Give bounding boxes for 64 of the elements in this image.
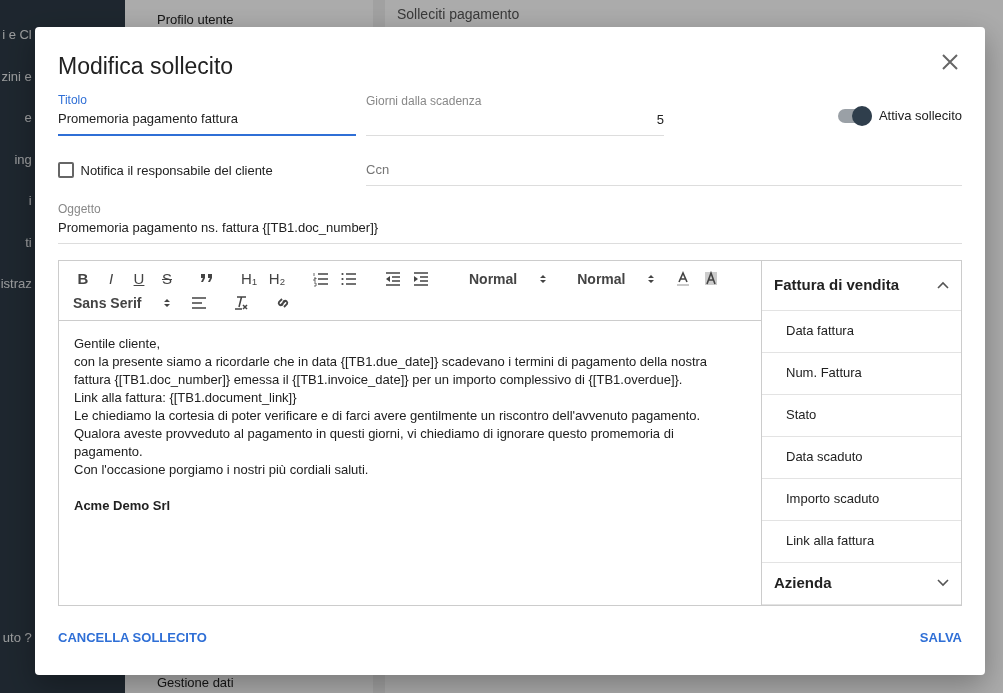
subject-field[interactable]: Promemoria pagamento ns. fattura {[TB1.doc_number]} [58, 216, 962, 244]
variable-item[interactable]: Data scaduto [762, 436, 961, 479]
variable-group-header[interactable]: Fattura di vendita [762, 260, 961, 311]
bullet-list-icon [340, 270, 358, 288]
toggle-label: Attiva sollecito [878, 107, 962, 125]
text-field[interactable]: Promemoria pagamento fattura [58, 107, 356, 136]
sidebar-item[interactable]: istraz [0, 274, 35, 294]
ccn-field[interactable]: Ccn [366, 157, 962, 186]
field-label: Titolo [58, 93, 88, 107]
body-paragraph: Link alla fattura: {[TB1.document_link]} [74, 388, 298, 407]
variable-item[interactable]: Link alla fattura [762, 520, 961, 563]
body-paragraph: Con l'occasione porgiamo i nostri più cordiali saluti. [74, 460, 370, 479]
body-paragraph: Gentile cliente, [74, 334, 161, 353]
text-field[interactable]: 5 [366, 108, 664, 136]
clear-format-icon [232, 294, 251, 312]
body-paragraph: Acme Demo Srl [74, 496, 172, 515]
action-link[interactable]: CANCELLA SOLLECITO [58, 627, 207, 647]
group-title: Azienda [774, 572, 832, 593]
format-dropdown[interactable]: Normal [577, 268, 656, 290]
variable-item[interactable]: Stato [762, 394, 961, 437]
format-button[interactable]: H₂ [265, 268, 289, 290]
sort-caret-icon [647, 274, 656, 284]
format-button[interactable]: U [127, 268, 151, 290]
field-label: Oggetto [58, 202, 102, 216]
variable-item[interactable]: Data fattura [762, 310, 961, 353]
format-button[interactable]: I [99, 268, 123, 290]
format-dropdown[interactable]: Normal [469, 268, 548, 290]
numbered-list-icon [312, 270, 330, 288]
sort-caret-icon [163, 298, 172, 308]
close-button[interactable] [941, 51, 959, 69]
variable-group-header[interactable]: Azienda [762, 562, 961, 605]
sidebar-item[interactable]: e [24, 108, 35, 128]
body-paragraph: Le chiediamo la cortesia di poter verificare e di farci avere gentilmente un riscontro dell'avvenuto pagamento. [74, 406, 702, 425]
chevron-up-icon [937, 281, 949, 289]
sidebar-item[interactable]: i e Cl [2, 25, 35, 45]
checkbox-label: Notifica il responsabile del cliente [80, 161, 273, 180]
chevron-down-icon [937, 579, 949, 587]
checkbox[interactable] [58, 162, 74, 179]
body-paragraph: Qualora aveste provveduto al pagamento in questi giorni, vi chiediamo di ignorare questo promemoria di pagamento. [74, 424, 675, 461]
outdent-icon [384, 270, 402, 288]
field-label: Giorni dalla scadenza [366, 94, 483, 108]
sidebar-item[interactable]: zini e [1, 66, 35, 86]
indent-icon [412, 270, 430, 288]
menu-item[interactable]: Profilo utente [157, 10, 341, 30]
format-dropdown[interactable]: Sans Serif [73, 292, 172, 314]
sidebar-item[interactable]: uto ? [2, 627, 35, 647]
format-button[interactable]: S [155, 268, 179, 290]
page-subtitle: Solleciti pagamento [397, 5, 521, 24]
format-button[interactable]: H₁ [237, 268, 261, 290]
sidebar-item[interactable]: ing [14, 149, 35, 169]
group-title: Fattura di vendita [774, 274, 900, 295]
align-left-icon [190, 294, 209, 312]
sidebar-item[interactable]: i [28, 191, 35, 211]
format-button[interactable]: B [71, 268, 95, 290]
variable-item[interactable]: Num. Fattura [762, 352, 961, 395]
dialog-title: Modifica sollecito [58, 52, 234, 81]
variable-item[interactable]: Importo scaduto [762, 478, 961, 521]
menu-item[interactable]: Gestione dati [157, 672, 341, 692]
action-link[interactable]: SALVA [919, 627, 962, 647]
body-paragraph: con la presente siamo a ricordarle che in data {[TB1.due_date]} scadevano i termini di pagamento della nostra fattura {[TB1.doc_number]} emessa il {[TB1.invoice_date]} per un importo complessivo di {[TB1.overdue]}. [74, 352, 709, 389]
close-icon [941, 52, 959, 71]
toggle-switch[interactable] [838, 108, 873, 123]
sidebar-item[interactable]: ti [25, 232, 35, 252]
sort-caret-icon [539, 274, 548, 284]
